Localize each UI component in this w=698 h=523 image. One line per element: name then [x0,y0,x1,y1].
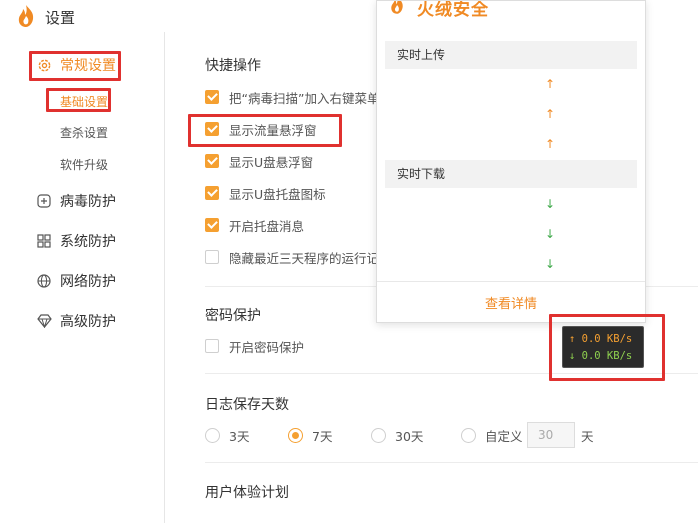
radio-custom[interactable]: 自定义 [461,426,523,445]
option-tray-message[interactable]: 开启托盘消息 [205,216,304,234]
sidebar: 常规设置 基础设置 查杀设置 软件升级 病毒防护 系统防护 网络防护 高级防护 [0,32,165,523]
float-panel-brand: 火绒安全 [417,1,489,20]
option-hide-recent-runs[interactable]: 隐藏最近三天程序的运行记录 [205,248,392,266]
sidebar-item-label: 系统防护 [60,234,116,250]
radio-label: 自定义 [485,429,523,444]
custom-days-unit: 天 [581,429,594,444]
radio-3-days[interactable]: 3天 [205,426,249,445]
sidebar-subitem-scan[interactable]: 查杀设置 [60,124,108,141]
option-usb-float[interactable]: 显示U盘悬浮窗 [205,152,313,170]
gear-icon [36,57,52,73]
huorong-logo-icon [391,1,403,14]
option-label: 把“病毒扫描”加入右键菜单 [229,90,380,106]
checkbox[interactable] [205,218,219,232]
sidebar-item-system[interactable]: 系统防护 [36,229,116,253]
radio-button[interactable] [205,428,220,443]
grid-icon [36,233,52,249]
log-title: 日志保存天数 [205,397,289,413]
checkbox[interactable] [205,250,219,264]
log-days-radio-group: 3天 7天 30天 自定义 30 天 [205,422,698,448]
sidebar-item-general[interactable]: 常规设置 [36,53,116,77]
radio-button[interactable] [288,428,303,443]
divider [205,373,698,374]
float-panel-header: 火绒安全 [377,1,645,21]
sidebar-subitem-upgrade[interactable]: 软件升级 [60,156,108,173]
radio-label: 7天 [312,429,333,444]
password-title: 密码保护 [205,308,261,324]
upload-arrow-icon: ↑ [545,107,556,121]
download-arrow-icon: ↓ [545,197,556,211]
radio-label: 3天 [229,429,250,444]
view-details-link[interactable]: 查看详情 [377,293,645,312]
option-label: 显示U盘托盘图标 [229,186,326,202]
upload-arrow-icon: ↑ [545,77,556,91]
download-arrow-icon: ↓ [545,227,556,241]
option-label: 显示流量悬浮窗 [229,122,317,138]
option-label: 开启托盘消息 [229,218,305,234]
sidebar-subitem-basic[interactable]: 基础设置 [60,93,108,110]
checkbox[interactable] [205,154,219,168]
radio-30-days[interactable]: 30天 [371,426,423,445]
sidebar-item-virus[interactable]: 病毒防护 [36,189,116,213]
shortcuts-title: 快捷操作 [205,58,261,74]
diamond-icon [36,313,52,329]
window-title: 设置 [45,9,76,27]
radio-button[interactable] [461,428,476,443]
traffic-float-panel: 火绒安全 实时上传 ↑ ↑ ↑ 实时下载 ↓ ↓ ↓ 查看详情 [376,0,646,323]
sidebar-item-label: 常规设置 [60,58,116,74]
radio-label: 30天 [395,429,424,444]
traffic-speed-widget[interactable]: ↑ 0.0 KB/s ↓ 0.0 KB/s [562,326,644,368]
option-label: 显示U盘悬浮窗 [229,154,314,170]
option-context-menu[interactable]: 把“病毒扫描”加入右键菜单 [205,88,379,106]
sidebar-item-label: 病毒防护 [60,194,116,210]
custom-days-input[interactable]: 30 [527,422,575,448]
download-speed: ↓ 0.0 KB/s [569,350,633,362]
checkbox[interactable] [205,122,219,136]
checkbox[interactable] [205,339,219,353]
sidebar-item-advanced[interactable]: 高级防护 [36,309,116,333]
divider [377,281,645,282]
upload-speed: ↑ 0.0 KB/s [569,333,633,345]
option-usb-tray-icon[interactable]: 显示U盘托盘图标 [205,184,326,202]
radio-button[interactable] [371,428,386,443]
upload-section-label: 实时上传 [385,41,637,69]
option-password-protection[interactable]: 开启密码保护 [205,337,304,355]
sidebar-item-label: 高级防护 [60,314,116,330]
sidebar-item-label: 网络防护 [60,274,116,290]
upload-arrow-icon: ↑ [545,137,556,151]
option-traffic-float[interactable]: 显示流量悬浮窗 [205,120,317,138]
checkbox[interactable] [205,186,219,200]
download-section-label: 实时下载 [385,160,637,188]
globe-icon [36,273,52,289]
experience-title: 用户体验计划 [205,485,289,501]
download-arrow-icon: ↓ [545,257,556,271]
radio-7-days[interactable]: 7天 [288,426,332,445]
option-label: 隐藏最近三天程序的运行记录 [229,250,392,266]
option-label: 开启密码保护 [229,339,305,355]
plus-square-icon [36,193,52,209]
checkbox[interactable] [205,90,219,104]
huorong-logo-icon [18,5,34,27]
divider [205,462,698,463]
sidebar-item-network[interactable]: 网络防护 [36,269,116,293]
